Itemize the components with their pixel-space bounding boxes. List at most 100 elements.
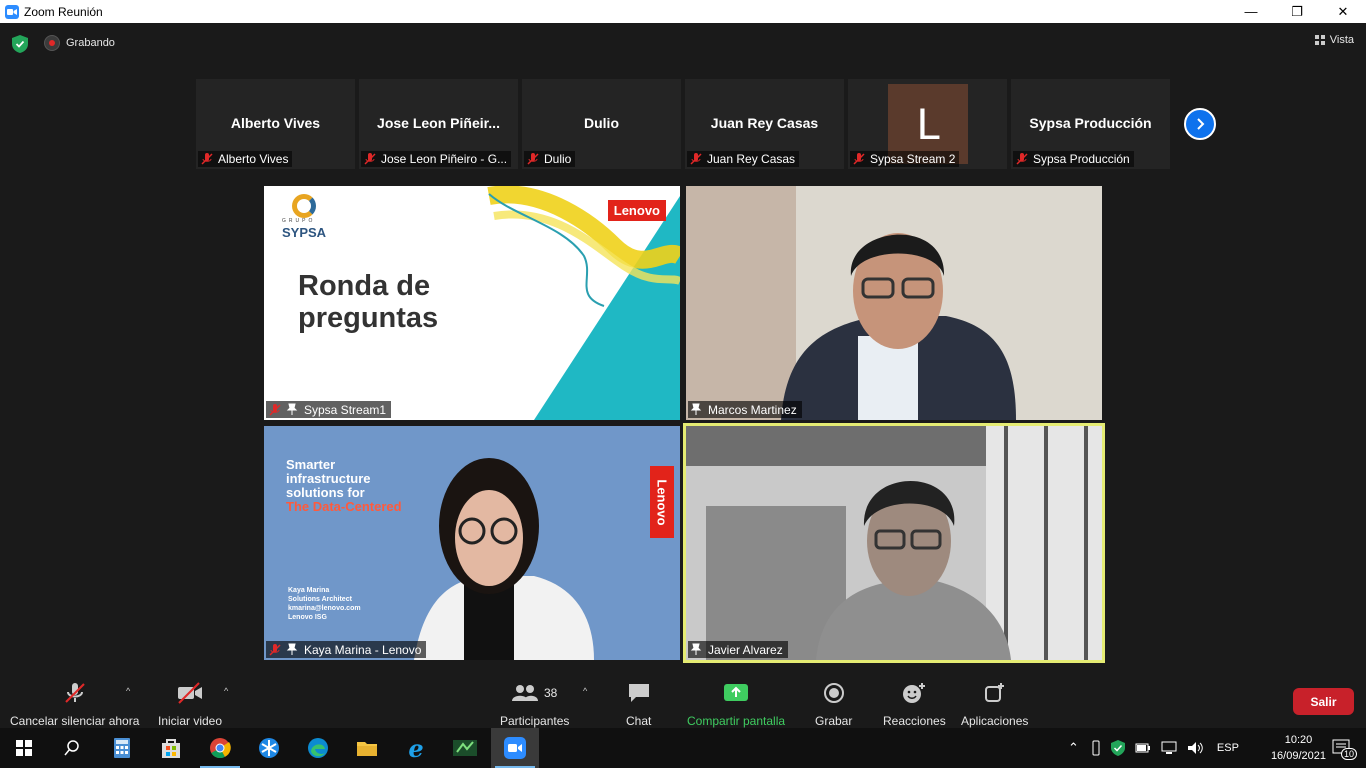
notifications-button[interactable]: 10 [1318, 728, 1366, 768]
share-screen-button[interactable]: Compartir pantalla [687, 680, 785, 728]
video-tile-javier-alvarez[interactable]: Javier Alvarez [683, 423, 1105, 663]
zoom-icon [504, 737, 526, 759]
defender-shield-icon[interactable] [1110, 740, 1125, 756]
store-bag-icon [162, 739, 180, 758]
background-headline: Smarter infrastructure solutions for The… [286, 457, 402, 514]
start-video-button[interactable]: Iniciar video [158, 680, 222, 728]
battery-icon[interactable] [1135, 742, 1151, 754]
reactions-label: Reacciones [883, 714, 946, 728]
participants-button[interactable]: 38 Participantes [500, 680, 569, 728]
apps-button[interactable]: Aplicaciones [961, 680, 1028, 728]
taskbar-internet-explorer[interactable]: e [392, 728, 440, 768]
taskbar-file-explorer[interactable] [343, 728, 391, 768]
show-hidden-icons-chevron-up-icon[interactable]: ⌃ [1068, 740, 1079, 756]
meeting-toolbar: Cancelar silenciar ahora ^ Iniciar video… [0, 672, 1366, 728]
mic-muted-icon [364, 153, 376, 165]
participant-tile[interactable]: Alberto Vives Alberto Vives [196, 79, 355, 169]
mic-muted-icon [853, 153, 865, 165]
minimize-button[interactable]: — [1228, 0, 1274, 23]
chat-button[interactable]: Chat [626, 680, 651, 728]
share-screen-label: Compartir pantalla [687, 714, 786, 728]
video-name-text: Javier Alvarez [708, 642, 783, 657]
participant-name: Juan Rey Casas [710, 115, 819, 131]
video-tile-marcos-martinez[interactable]: Marcos Martinez [686, 186, 1102, 420]
recording-indicator[interactable]: Grabando [44, 35, 115, 51]
meeting-top-bar: Grabando Vista [0, 23, 1366, 65]
record-icon [823, 680, 845, 706]
participant-tile[interactable]: Dulio Dulio [522, 79, 681, 169]
participant-label: Jose Leon Piñeiro - G... [361, 151, 512, 167]
participant-tile[interactable]: Jose Leon Piñeir... Jose Leon Piñeiro - … [359, 79, 518, 169]
taskbar-store[interactable] [147, 728, 195, 768]
video-options-chevron-up-icon[interactable]: ^ [224, 686, 228, 696]
next-page-button[interactable] [1184, 108, 1216, 140]
sypsa-logo: GRUPO SYPSA [280, 194, 330, 240]
close-button[interactable]: ✕ [1320, 0, 1366, 23]
system-tray: ⌃ ESP [1068, 728, 1239, 768]
volume-icon[interactable] [1187, 741, 1205, 755]
zoom-app-icon [5, 4, 19, 19]
record-button[interactable]: Grabar [815, 680, 852, 728]
record-label: Grabar [815, 714, 853, 728]
participant-label-text: Dulio [544, 152, 572, 166]
green-app-icon [453, 740, 477, 756]
folder-icon [357, 742, 377, 756]
chevron-right-icon [1197, 118, 1205, 130]
participant-video-image [686, 426, 1102, 660]
unmute-label: Cancelar silenciar ahora [10, 714, 140, 728]
maximize-button[interactable]: ❐ [1274, 0, 1320, 23]
participant-tile[interactable]: Sypsa Producción Sypsa Producción [1011, 79, 1170, 169]
video-name-label: Sypsa Stream1 [266, 401, 392, 418]
start-button[interactable] [0, 728, 48, 768]
video-tile-kaya-marina[interactable]: Smarter infrastructure solutions for The… [264, 426, 680, 660]
background-contact-card: Kaya Marina Solutions Architect kmarina@… [288, 587, 361, 621]
mic-muted-icon [527, 153, 539, 165]
participant-strip: Alberto Vives Alberto Vives Jose Leon Pi… [196, 79, 1170, 169]
video-name-label: Marcos Martinez [688, 401, 802, 418]
reactions-button[interactable]: Reacciones [883, 680, 946, 728]
participants-options-chevron-up-icon[interactable]: ^ [583, 686, 587, 696]
taskbar-zoom[interactable] [491, 728, 539, 768]
input-language[interactable]: ESP [1217, 742, 1239, 754]
smiley-plus-icon [902, 680, 926, 706]
participants-icon: 38 [512, 680, 557, 706]
audio-options-chevron-up-icon[interactable]: ^ [126, 686, 130, 696]
unmute-button[interactable]: Cancelar silenciar ahora [10, 680, 139, 728]
mic-muted-icon [201, 153, 213, 165]
view-button[interactable]: Vista [1314, 34, 1354, 46]
taskbar-edge[interactable] [294, 728, 342, 768]
network-icon[interactable] [1161, 741, 1177, 755]
leave-meeting-button[interactable]: Salir [1293, 688, 1354, 715]
notification-count: 10 [1341, 748, 1358, 760]
grid-view-icon [1314, 35, 1325, 45]
taskbar-app-snowflake[interactable] [245, 728, 293, 768]
participant-tile[interactable]: L Sypsa Stream 2 [848, 79, 1007, 169]
search-button[interactable] [48, 728, 96, 768]
video-name-text: Marcos Martinez [708, 402, 797, 417]
mic-muted-icon [1016, 153, 1028, 165]
slide-title: Ronda de preguntas [298, 270, 439, 334]
participant-label-text: Sypsa Stream 2 [870, 152, 956, 166]
view-label: Vista [1329, 34, 1354, 46]
share-screen-icon [723, 680, 749, 706]
usb-device-icon[interactable] [1091, 740, 1101, 756]
recording-label: Grabando [66, 37, 115, 49]
taskbar-calculator[interactable] [98, 728, 146, 768]
pin-icon [690, 643, 702, 655]
calculator-icon [114, 738, 130, 758]
participant-label: Dulio [524, 151, 576, 167]
participants-label: Participantes [500, 714, 570, 728]
participant-tile[interactable]: Juan Rey Casas Juan Rey Casas [685, 79, 844, 169]
microphone-muted-icon [63, 680, 87, 706]
pin-icon [286, 403, 298, 415]
apps-icon [984, 680, 1006, 706]
taskbar-chrome[interactable] [196, 728, 244, 768]
mic-muted-icon [690, 153, 702, 165]
taskbar-app-green[interactable] [441, 728, 489, 768]
record-dot-icon [44, 35, 60, 51]
participant-label: Juan Rey Casas [687, 151, 800, 167]
security-shield-icon[interactable] [12, 35, 28, 53]
mic-muted-icon [269, 643, 281, 656]
video-tile-sypsa-stream1[interactable]: GRUPO SYPSA Lenovo Ronda de preguntas Sy… [264, 186, 680, 420]
participant-label-text: Alberto Vives [218, 152, 289, 166]
